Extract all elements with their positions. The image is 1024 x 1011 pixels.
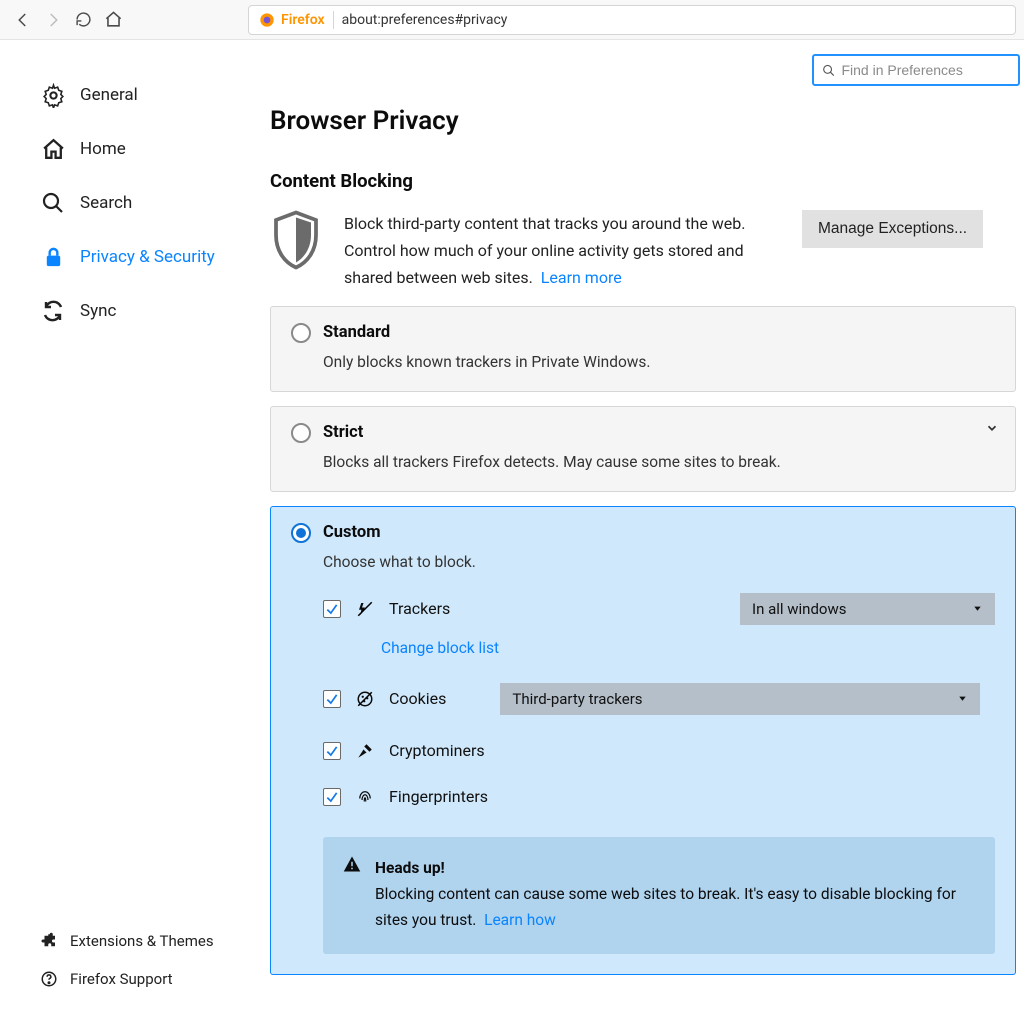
sidebar-item-label: Home <box>80 139 126 159</box>
chevron-down-icon <box>972 603 983 614</box>
preferences-search[interactable] <box>812 54 1020 86</box>
chevron-down-icon[interactable] <box>985 421 999 435</box>
sidebar-item-label: Firefox Support <box>70 970 173 988</box>
firefox-brand-label: Firefox <box>259 12 325 28</box>
trackers-scope-dropdown[interactable]: In all windows <box>740 593 995 625</box>
sidebar-item-label: General <box>80 85 138 105</box>
option-title: Standard <box>323 323 390 342</box>
change-block-list-link[interactable]: Change block list <box>381 639 499 657</box>
home-icon <box>40 136 66 162</box>
sidebar-item-label: Privacy & Security <box>80 247 215 267</box>
checkbox-cookies[interactable] <box>323 690 341 708</box>
radio-custom[interactable] <box>291 523 311 543</box>
gear-icon <box>40 82 66 108</box>
preferences-search-input[interactable] <box>841 62 1010 78</box>
browser-toolbar: Firefox about:preferences#privacy <box>0 0 1024 40</box>
reload-button[interactable] <box>68 5 98 35</box>
cookies-icon <box>355 689 375 709</box>
option-custom[interactable]: Custom Choose what to block. Trackers In… <box>270 506 1016 975</box>
option-standard[interactable]: Standard Only blocks known trackers in P… <box>270 306 1016 392</box>
search-icon <box>822 63 835 78</box>
radio-strict[interactable] <box>291 423 311 443</box>
forward-button[interactable] <box>38 5 68 35</box>
option-title: Strict <box>323 423 363 442</box>
sidebar-item-home[interactable]: Home <box>32 122 258 176</box>
lock-icon <box>40 244 66 270</box>
shield-icon <box>270 210 326 270</box>
content-blocking-description: Block third-party content that tracks yo… <box>344 210 784 292</box>
sidebar-item-label: Search <box>80 193 132 213</box>
fingerprinters-icon <box>355 787 375 807</box>
search-icon <box>40 190 66 216</box>
fingerprinters-label: Fingerprinters <box>389 787 488 806</box>
sidebar-item-extensions[interactable]: Extensions & Themes <box>32 922 258 960</box>
checkbox-fingerprinters[interactable] <box>323 788 341 806</box>
firefox-icon <box>259 12 275 28</box>
page-title: Browser Privacy <box>270 106 1016 136</box>
help-icon <box>40 970 58 988</box>
manage-exceptions-button[interactable]: Manage Exceptions... <box>802 210 983 248</box>
checkbox-cryptominers[interactable] <box>323 742 341 760</box>
radio-standard[interactable] <box>291 323 311 343</box>
learn-more-link[interactable]: Learn more <box>541 268 622 287</box>
puzzle-icon <box>40 932 58 950</box>
cryptominers-label: Cryptominers <box>389 741 485 760</box>
warning-icon <box>343 855 361 934</box>
heads-up-title: Heads up! <box>375 855 975 881</box>
trackers-label: Trackers <box>389 599 450 618</box>
sidebar: General Home Search Privacy & Security S… <box>0 40 270 1010</box>
learn-how-link[interactable]: Learn how <box>484 911 556 929</box>
sidebar-item-general[interactable]: General <box>32 68 258 122</box>
sidebar-item-privacy[interactable]: Privacy & Security <box>32 230 258 284</box>
sidebar-item-search[interactable]: Search <box>32 176 258 230</box>
back-button[interactable] <box>8 5 38 35</box>
sidebar-item-support[interactable]: Firefox Support <box>32 960 258 998</box>
sidebar-item-label: Sync <box>80 301 116 321</box>
option-sub: Only blocks known trackers in Private Wi… <box>323 353 995 371</box>
option-sub: Blocks all trackers Firefox detects. May… <box>323 453 995 471</box>
home-button[interactable] <box>98 5 128 35</box>
address-bar[interactable]: Firefox about:preferences#privacy <box>248 5 1016 35</box>
sidebar-item-sync[interactable]: Sync <box>32 284 258 338</box>
cryptominers-icon <box>355 741 375 761</box>
heads-up-card: Heads up! Blocking content can cause som… <box>323 837 995 954</box>
content-area: Browser Privacy Content Blocking Block t… <box>270 40 1024 1010</box>
heads-up-body: Blocking content can cause some web site… <box>375 881 975 934</box>
cookies-label: Cookies <box>389 689 446 708</box>
trackers-icon <box>355 599 375 619</box>
address-bar-url: about:preferences#privacy <box>342 12 508 28</box>
sync-icon <box>40 298 66 324</box>
option-strict[interactable]: Strict Blocks all trackers Firefox detec… <box>270 406 1016 492</box>
option-title: Custom <box>323 523 381 542</box>
sidebar-item-label: Extensions & Themes <box>70 932 214 950</box>
checkbox-trackers[interactable] <box>323 600 341 618</box>
chevron-down-icon <box>957 693 968 704</box>
section-heading: Content Blocking <box>270 170 1016 192</box>
cookies-scope-dropdown[interactable]: Third-party trackers <box>500 683 980 715</box>
option-sub: Choose what to block. <box>323 553 995 571</box>
